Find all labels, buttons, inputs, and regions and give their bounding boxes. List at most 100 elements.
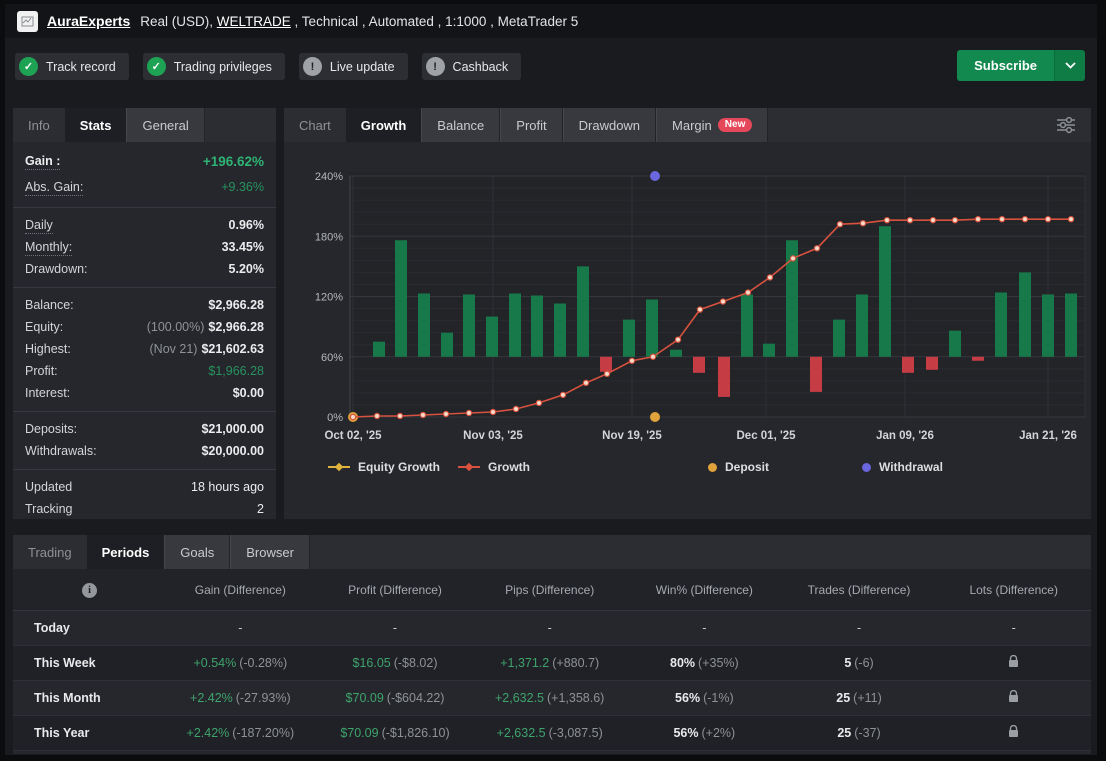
legend-label: Growth: [488, 460, 530, 474]
svg-text:60%: 60%: [321, 352, 343, 364]
stat-row-highest: Highest: (Nov 21)$21,602.63: [25, 338, 264, 360]
avatar-glyph-icon: [21, 15, 34, 28]
tab-browser[interactable]: Browser: [230, 535, 310, 569]
stat-row-drawdown: Drawdown: 5.20%: [25, 258, 264, 280]
legend-withdrawal[interactable]: Withdrawal: [862, 460, 943, 474]
stat-label-equity: Equity:: [25, 320, 63, 334]
equity-growth-marker-icon: [328, 466, 350, 468]
lock-icon: [1008, 690, 1019, 703]
app-root: AuraExperts Real (USD), WELTRADE , Techn…: [5, 4, 1097, 755]
table-row-this-month: This Month +2.42%(-27.93%) $70.09(-$604.…: [13, 681, 1091, 716]
stat-row-interest: Interest: $0.00: [25, 382, 264, 404]
svg-text:Dec 01, '25: Dec 01, '25: [737, 430, 797, 442]
stat-value-balance: $2,966.28: [208, 298, 264, 312]
badge-label: Track record: [46, 60, 116, 74]
badge-track-record[interactable]: ✓ Track record: [15, 53, 129, 80]
exclamation-circle-icon: !: [426, 57, 445, 76]
subscribe-split-button[interactable]: Subscribe: [957, 50, 1085, 81]
cell-lots: [936, 655, 1091, 671]
cell-pips: +2,632.5(-3,087.5): [472, 726, 627, 740]
legend-deposit[interactable]: Deposit: [708, 460, 769, 474]
cell-lots: -: [936, 621, 1091, 635]
cell-profit: $70.09(-$1,826.10): [318, 726, 473, 740]
stat-label-profit: Profit:: [25, 364, 58, 378]
page-frame: AuraExperts Real (USD), WELTRADE , Techn…: [0, 0, 1106, 761]
stat-value-equity: $2,966.28: [208, 320, 264, 334]
badge-trading-privileges[interactable]: ✓ Trading privileges: [143, 53, 285, 80]
periods-table-header: i Gain (Difference) Profit (Difference) …: [13, 569, 1091, 611]
stat-label-monthly: Monthly:: [25, 240, 72, 256]
subscribe-button[interactable]: Subscribe: [957, 50, 1054, 81]
stat-group-balance: Balance: $2,966.28 Equity: (100.00%)$2,9…: [13, 288, 276, 412]
stat-value-gain: +196.62%: [203, 154, 264, 169]
check-circle-icon: ✓: [19, 57, 38, 76]
cell-gain: +0.54%(-0.28%): [163, 656, 318, 670]
stat-row-gain: Gain : +196.62%: [25, 148, 264, 174]
stat-label-withdrawals: Withdrawals:: [25, 444, 97, 458]
stat-label-balance: Balance:: [25, 298, 74, 312]
tab-trading[interactable]: Trading: [13, 535, 87, 569]
subtitle-post: , Technical , Automated , 1:1000 , MetaT…: [291, 14, 578, 29]
legend-label: Equity Growth: [358, 460, 440, 474]
info-icon[interactable]: i: [82, 583, 97, 598]
account-subtitle: Real (USD), WELTRADE , Technical , Autom…: [140, 14, 578, 29]
badge-cashback[interactable]: ! Cashback: [422, 53, 522, 80]
tab-general[interactable]: General: [126, 108, 204, 142]
svg-text:Nov 19, '25: Nov 19, '25: [602, 430, 662, 442]
cell-win: 56%(-1%): [627, 691, 782, 705]
stat-value-abs-gain: +9.36%: [221, 180, 264, 194]
svg-text:180%: 180%: [315, 231, 343, 243]
stat-label-interest: Interest:: [25, 386, 70, 400]
cell-win: 80%(+35%): [627, 656, 782, 670]
cell-profit: $16.05(-$8.02): [318, 656, 473, 670]
tab-stats[interactable]: Stats: [65, 108, 127, 142]
row-label: This Month: [13, 691, 163, 705]
col-profit: Profit (Difference): [318, 583, 473, 597]
legend-equity-growth[interactable]: Equity Growth: [328, 460, 440, 474]
stat-row-profit: Profit: $1,966.28: [25, 360, 264, 382]
legend-growth[interactable]: Growth: [458, 460, 530, 474]
stat-row-deposits: Deposits: $21,000.00: [25, 418, 264, 440]
stat-label-daily: Daily: [25, 218, 53, 234]
svg-text:Jan 21, '26: Jan 21, '26: [1019, 430, 1077, 442]
stat-group-gain: Gain : +196.62% Abs. Gain: +9.36%: [13, 142, 276, 208]
tab-info[interactable]: Info: [13, 108, 65, 142]
stat-value-monthly: 33.45%: [222, 240, 264, 254]
stat-group-meta: Updated 18 hours ago Tracking 2: [13, 470, 276, 527]
stats-panel: Info Stats General Gain : +196.62% Abs. …: [13, 108, 276, 519]
stat-row-updated: Updated 18 hours ago: [25, 476, 264, 498]
cell-win: 56%(+2%): [627, 726, 782, 740]
tab-periods[interactable]: Periods: [87, 535, 165, 569]
check-circle-icon: ✓: [147, 57, 166, 76]
badge-live-update[interactable]: ! Live update: [299, 53, 408, 80]
badge-label: Live update: [330, 60, 395, 74]
stat-value-profit: $1,966.28: [208, 364, 264, 378]
growth-chart-canvas[interactable]: 0%60%120%180%240%Oct 02, '25Nov 03, '25N…: [284, 108, 1091, 519]
stat-value-daily: 0.96%: [229, 218, 264, 232]
stat-value-drawdown: 5.20%: [229, 262, 264, 276]
svg-text:Oct 02, '25: Oct 02, '25: [324, 430, 382, 442]
row-label: Today: [13, 621, 163, 635]
col-win: Win% (Difference): [627, 583, 782, 597]
cell-trades: -: [782, 621, 937, 635]
cell-win: -: [627, 621, 782, 635]
svg-text:120%: 120%: [315, 292, 343, 304]
legend-label: Withdrawal: [879, 460, 943, 474]
exclamation-circle-icon: !: [303, 57, 322, 76]
stats-tabbar: Info Stats General: [13, 108, 276, 142]
deposit-marker-icon: [708, 463, 717, 472]
account-header: AuraExperts Real (USD), WELTRADE , Techn…: [5, 4, 1097, 38]
stat-group-deposits: Deposits: $21,000.00 Withdrawals: $20,00…: [13, 412, 276, 470]
periods-tabbar: Trading Periods Goals Browser: [13, 535, 1091, 569]
subscribe-dropdown-button[interactable]: [1054, 50, 1085, 81]
cell-gain: +2.42%(-187.20%): [163, 726, 318, 740]
stat-row-withdrawals: Withdrawals: $20,000.00: [25, 440, 264, 462]
account-name-link[interactable]: AuraExperts: [47, 13, 130, 29]
chart-legend: Equity Growth Growth Deposit Withdrawal: [284, 460, 1091, 488]
col-lots: Lots (Difference): [936, 583, 1091, 597]
chevron-down-icon: [1065, 62, 1076, 69]
broker-link[interactable]: WELTRADE: [217, 14, 291, 29]
tab-goals[interactable]: Goals: [164, 535, 230, 569]
stat-value-withdrawals: $20,000.00: [201, 444, 264, 458]
cell-gain: -: [163, 621, 318, 635]
